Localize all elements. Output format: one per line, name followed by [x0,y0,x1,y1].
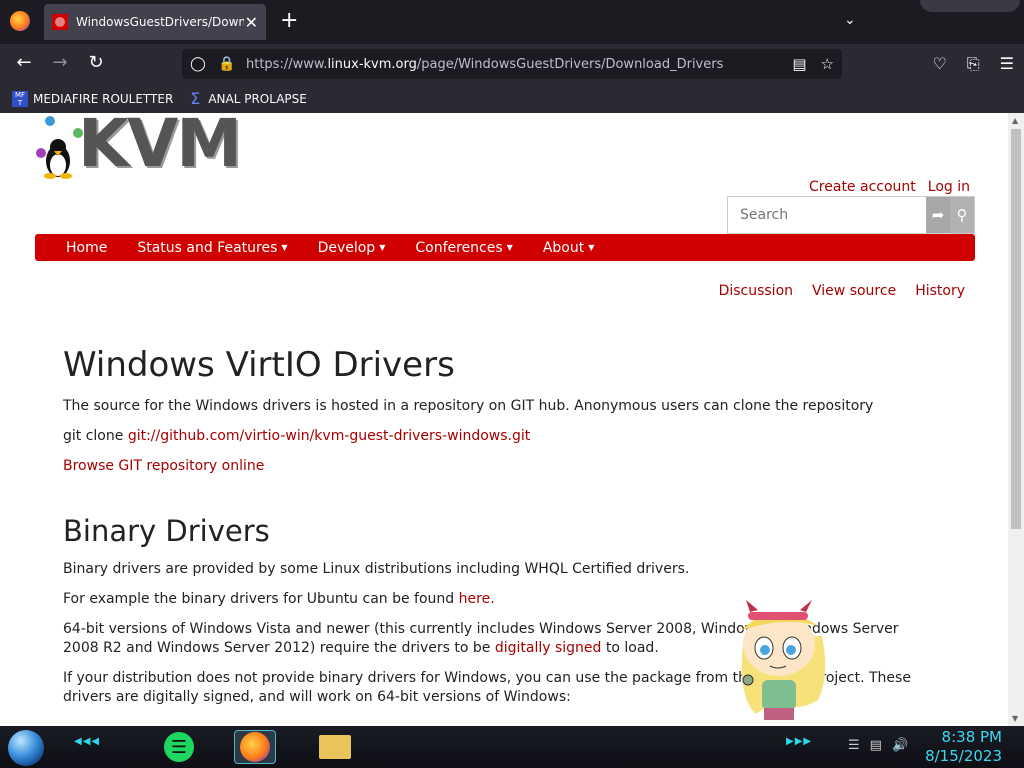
history-link[interactable]: History [915,283,965,299]
taskbar-firefox[interactable] [234,730,276,764]
navigation-toolbar: ← → ↻ ◯ 🔒 https://www.linux-kvm.org/page… [0,44,1024,84]
vertical-scrollbar[interactable]: ▲ ▼ [1008,113,1024,726]
page-title: Windows VirtIO Drivers [63,345,455,385]
digitally-signed-link[interactable]: digitally signed [495,640,602,656]
system-tray: ☰ ▤ 🔊 [848,738,908,753]
scroll-down-arrow-icon[interactable]: ▼ [1012,714,1018,723]
scroll-thumb[interactable] [1011,129,1021,529]
menu-item-conferences[interactable]: Conferences ▼ [400,240,527,256]
paragraph-source: The source for the Windows drivers is ho… [63,398,874,414]
spotify-icon: ☰ [164,732,194,762]
tab-bar: WindowsGuestDrivers/Download_Drivers ✕ +… [0,0,1024,44]
mediafire-icon: MF T [12,90,28,107]
back-arrow-icon[interactable]: ← [12,52,36,73]
kvm-favicon-icon [52,14,68,30]
section-heading-binary-drivers: Binary Drivers [63,514,270,548]
taskbar-spotify[interactable]: ☰ [158,730,200,764]
git-clone-link[interactable]: git://github.com/virtio-win/kvm-guest-dr… [128,428,530,444]
desktop-mascot-image[interactable] [726,596,832,724]
ubuntu-here-link[interactable]: here [459,591,491,607]
kvm-logo[interactable]: KVM [34,113,242,182]
caret-down-icon: ▼ [379,243,386,252]
window-controls[interactable] [920,0,1020,12]
bookmark-mediafire[interactable]: MF T MEDIAFIRE ROULETTER [12,90,174,107]
browse-git-link[interactable]: Browse GIT repository online [63,458,264,474]
start-button[interactable] [8,730,44,766]
list-all-tabs-chevron-icon[interactable]: ⌄ [844,12,856,28]
taskbar-decoration: ▶▶▶ [786,736,813,747]
user-links: Create account Log in [809,179,970,195]
tab-title: WindowsGuestDrivers/Download_Drivers [76,15,244,29]
action-center-icon[interactable]: ☰ [848,738,860,753]
logo-text: KVM [78,113,242,182]
search-box: ➦ ⚲ [727,196,975,234]
main-navigation-menu: Home Status and Features ▼ Develop ▼ Confe… [35,234,975,261]
extensions-icon[interactable]: ⎘ [967,54,980,74]
caret-down-icon: ▼ [588,243,595,252]
paragraph-binary: Binary drivers are provided by some Linu… [63,561,690,577]
menu-hamburger-icon[interactable]: ☰ [1000,54,1014,74]
reload-icon[interactable]: ↻ [84,52,108,73]
menu-item-home[interactable]: Home [51,240,122,256]
url-bar[interactable]: ◯ 🔒 https://www.linux-kvm.org/page/Windo… [182,49,842,79]
taskbar: ◀◀◀ ☰ ▶▶▶ ☰ ▤ 🔊 8:38 PM 8/15/2023 [0,726,1024,768]
url-text[interactable]: https://www.linux-kvm.org/page/WindowsGu… [246,57,723,72]
view-source-link[interactable]: View source [812,283,896,299]
system-clock[interactable]: 8:38 PM 8/15/2023 [925,728,1002,766]
close-tab-icon[interactable]: ✕ [245,13,258,32]
page-actions: Discussion View source History [719,283,965,299]
clock-time: 8:38 PM [941,728,1002,746]
browser-chrome: WindowsGuestDrivers/Download_Drivers ✕ +… [0,0,1024,113]
bookmark-label: ANAL PROLAPSE [208,91,307,106]
browse-line: Browse GIT repository online [63,457,933,476]
sigma-icon: Σ [190,88,201,108]
reader-view-icon[interactable]: ▤ [792,55,806,73]
bookmark-second[interactable]: Σ ANAL PROLAPSE [187,88,307,108]
network-icon[interactable]: ▤ [870,738,882,753]
forward-arrow-icon[interactable]: → [48,52,72,73]
menu-item-develop[interactable]: Develop ▼ [303,240,401,256]
taskbar-file-explorer[interactable] [314,730,356,764]
browser-tab-active[interactable]: WindowsGuestDrivers/Download_Drivers ✕ [44,4,266,40]
discussion-link[interactable]: Discussion [719,283,793,299]
volume-icon[interactable]: 🔊 [892,738,908,753]
bookmark-label: MEDIAFIRE ROULETTER [33,91,174,106]
web-page: KVM Create account Log in ➦ ⚲ Home Statu… [0,113,1008,726]
firefox-app-icon[interactable] [10,11,30,31]
menu-item-status-and-features[interactable]: Status and Features ▼ [122,240,302,256]
pocket-icon[interactable]: ♡ [933,54,947,74]
search-icon[interactable]: ⚲ [950,197,974,233]
clock-date: 8/15/2023 [925,747,1002,765]
menu-item-about[interactable]: About ▼ [528,240,610,256]
create-account-link[interactable]: Create account [809,179,916,195]
lock-icon[interactable]: 🔒 [218,56,235,72]
caret-down-icon: ▼ [281,243,288,252]
git-clone-line: git clone git://github.com/virtio-win/kv… [63,428,531,444]
log-in-link[interactable]: Log in [928,179,970,195]
caret-down-icon: ▼ [506,243,513,252]
new-tab-button[interactable]: + [280,10,298,32]
scroll-up-arrow-icon[interactable]: ▲ [1012,116,1018,125]
tracking-shield-icon[interactable]: ◯ [190,56,206,72]
bookmark-star-icon[interactable]: ☆ [821,55,834,73]
search-input[interactable] [728,197,926,233]
go-arrow-icon[interactable]: ➦ [926,197,950,233]
firefox-icon [240,732,270,762]
folder-icon [319,735,351,759]
bookmarks-toolbar: MF T MEDIAFIRE ROULETTER Σ ANAL PROLAPSE [0,84,1024,113]
taskbar-decoration: ◀◀◀ [74,736,101,747]
